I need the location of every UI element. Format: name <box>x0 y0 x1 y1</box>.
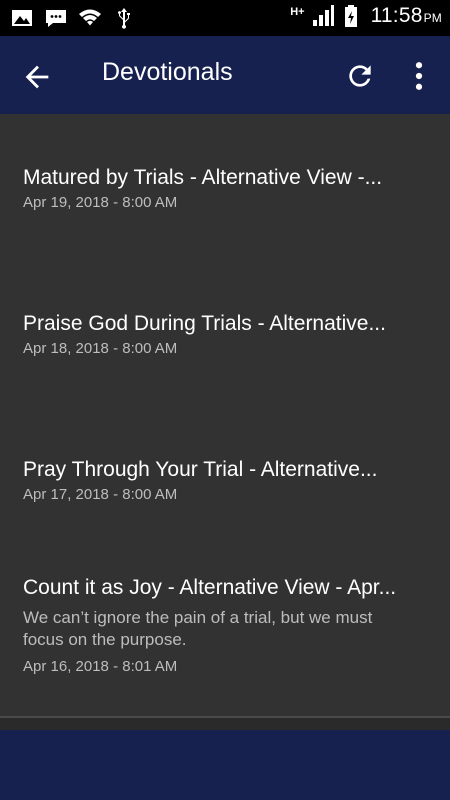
more-vert-icon[interactable] <box>404 58 434 94</box>
item-title: Pray Through Your Trial - Alternative... <box>23 458 378 481</box>
back-arrow-icon[interactable] <box>20 60 54 94</box>
bottom-strip <box>0 718 450 730</box>
usb-icon <box>118 8 130 29</box>
signal-icon <box>312 5 334 26</box>
battery-icon <box>344 5 357 27</box>
image-icon <box>12 10 32 26</box>
list-item[interactable]: Pray Through Your Trial - Alternative...… <box>0 406 450 552</box>
item-summary: We can’t ignore the pain of a trial, but… <box>23 608 373 649</box>
status-right-icons: H+ 11:58PM <box>290 4 442 28</box>
item-date: Apr 19, 2018 - 8:00 AM <box>23 194 178 211</box>
list-item[interactable]: Matured by Trials - Alternative View -..… <box>0 114 450 260</box>
refresh-icon[interactable] <box>344 60 376 92</box>
item-title: Praise God During Trials - Alternative..… <box>23 312 386 335</box>
item-date: Apr 16, 2018 - 8:01 AM <box>23 658 178 675</box>
item-title: Matured by Trials - Alternative View -..… <box>23 166 383 189</box>
item-title: Count it as Joy - Alternative View - Apr… <box>23 576 397 599</box>
clock: 11:58PM <box>371 4 442 28</box>
app-bar: Devotionals <box>0 36 450 114</box>
status-left-icons <box>10 6 136 30</box>
wifi-icon <box>79 9 101 26</box>
list-item[interactable]: Praise God During Trials - Alternative..… <box>0 260 450 406</box>
item-date: Apr 18, 2018 - 8:00 AM <box>23 340 178 357</box>
screen: H+ 11:58PM Devotionals Matured by Trials… <box>0 0 450 800</box>
item-date: Apr 17, 2018 - 8:00 AM <box>23 486 178 503</box>
chat-icon <box>46 10 66 27</box>
list-item[interactable]: Count it as Joy - Alternative View - Apr… <box>0 552 450 716</box>
page-title: Devotionals <box>102 58 233 86</box>
bottom-bar <box>0 730 450 800</box>
status-bar: H+ 11:58PM <box>0 0 450 36</box>
clock-time: 11:58 <box>370 4 423 27</box>
network-type: H+ <box>290 6 305 18</box>
clock-ampm: PM <box>423 11 442 25</box>
